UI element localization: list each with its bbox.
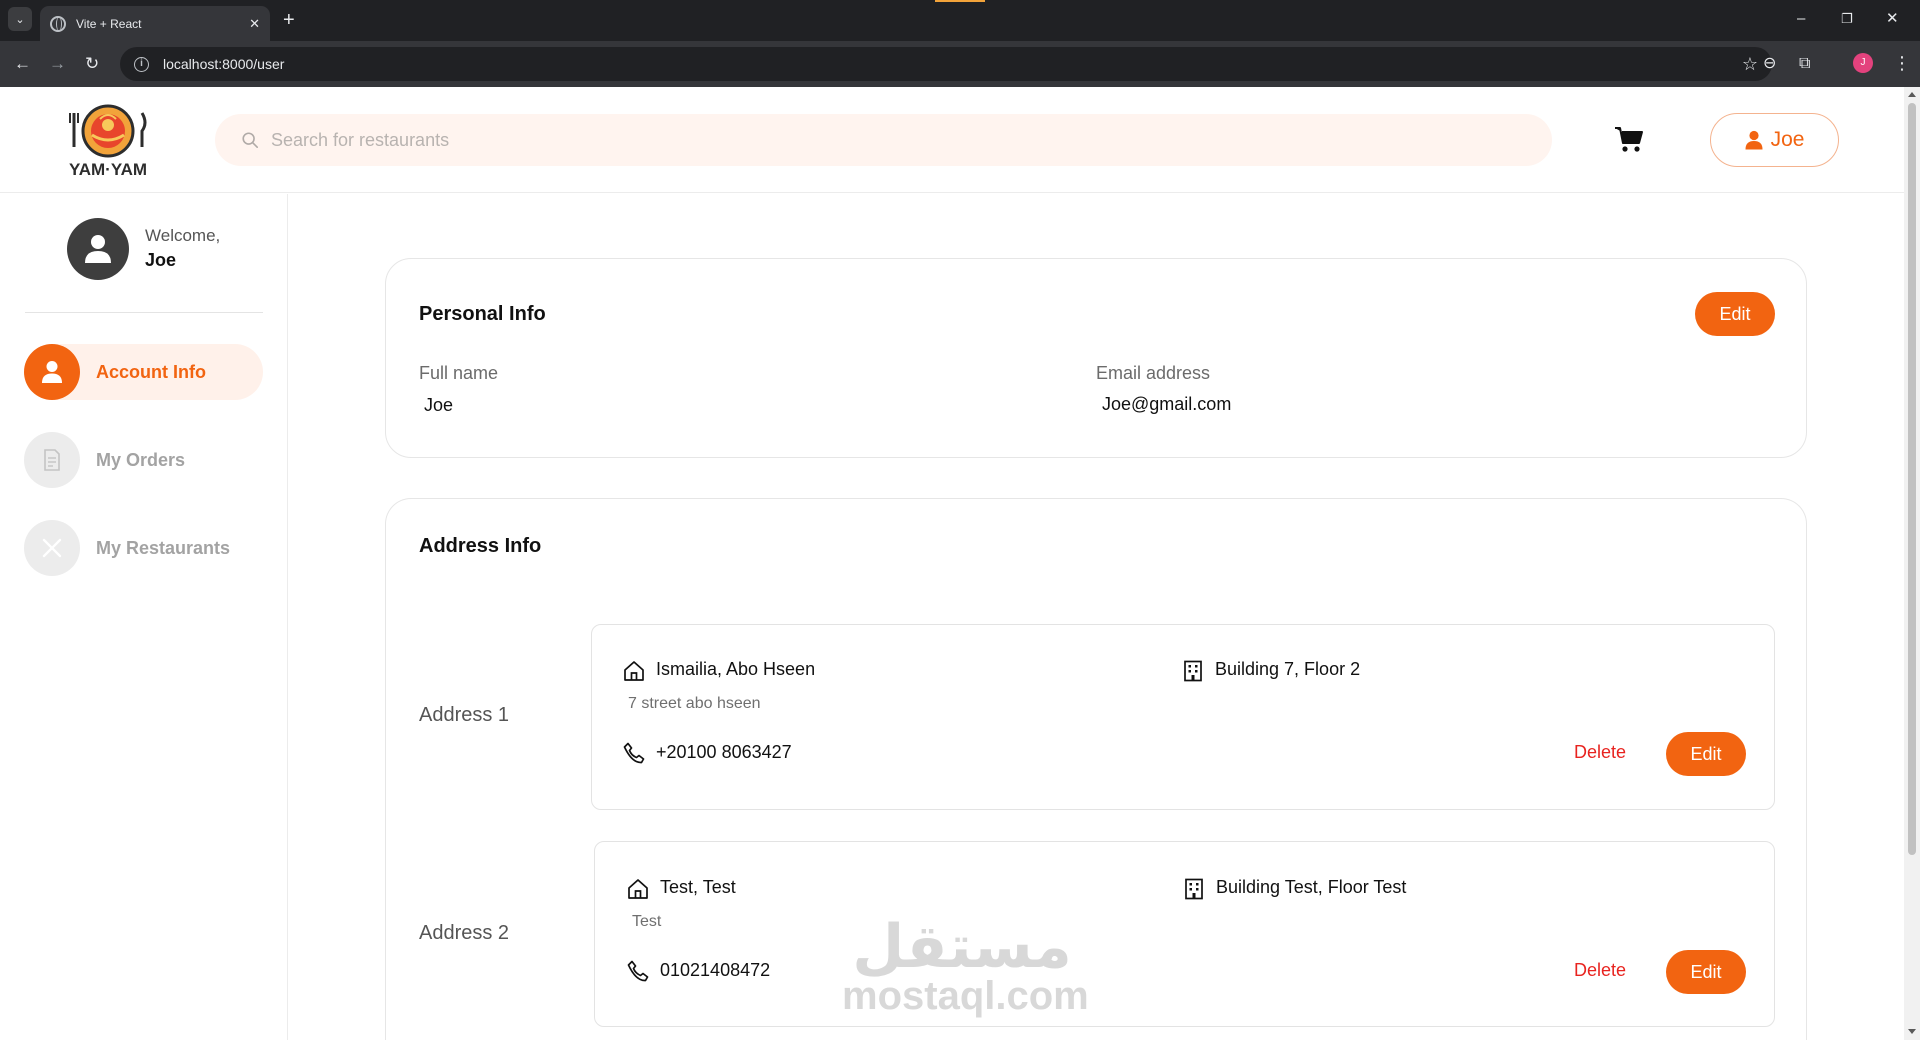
address-2-street: Test bbox=[632, 913, 662, 930]
sidebar-item-label: My Restaurants bbox=[96, 537, 231, 558]
document-icon bbox=[24, 432, 80, 488]
address-bar[interactable]: i localhost:8000/user ☆ bbox=[120, 47, 1772, 81]
address-2-building: Building Test, Floor Test bbox=[1216, 877, 1407, 897]
address-2-city: Test, Test bbox=[660, 877, 736, 897]
address-1-street: 7 street abo hseen bbox=[628, 695, 761, 712]
welcome-text: Welcome, bbox=[145, 226, 221, 245]
reload-button[interactable]: ↻ bbox=[85, 53, 99, 75]
extensions-icon[interactable]: ⧉ bbox=[1799, 53, 1810, 75]
delete-address-2-button[interactable]: Delete bbox=[1574, 960, 1626, 981]
browser-menu-icon[interactable]: ⋮ bbox=[1893, 52, 1911, 74]
browser-tab[interactable]: Vite + React ✕ bbox=[40, 6, 270, 41]
edit-personal-info-button[interactable]: Edit bbox=[1695, 292, 1775, 336]
sidebar-item-my-orders[interactable]: My Orders bbox=[24, 432, 263, 488]
tab-bar: ⌄ Vite + React ✕ + – ❐ ✕ bbox=[0, 0, 1920, 41]
sidebar-item-label: My Orders bbox=[96, 449, 186, 470]
close-tab-icon[interactable]: ✕ bbox=[249, 16, 260, 32]
url-text[interactable]: localhost:8000/user bbox=[163, 56, 1742, 72]
building-icon bbox=[1185, 878, 1203, 900]
address-2-label: Address 2 bbox=[419, 922, 510, 944]
search-icon bbox=[242, 132, 259, 149]
address-2-phone: 01021408472 bbox=[660, 960, 771, 980]
sidebar-item-my-restaurants[interactable]: My Restaurants bbox=[24, 520, 263, 576]
home-icon bbox=[628, 879, 648, 899]
tab-title: Vite + React bbox=[76, 16, 142, 31]
personal-info-title: Personal Info bbox=[419, 303, 546, 325]
phone-icon bbox=[627, 960, 649, 982]
new-tab-button[interactable]: + bbox=[283, 8, 295, 32]
address-1-city: Ismailia, Abo Hseen bbox=[656, 659, 816, 679]
globe-icon bbox=[50, 15, 66, 32]
browser-toolbar: ← → ↻ i localhost:8000/user ☆ ⊖ ⧉ J ⋮ bbox=[0, 41, 1920, 87]
user-icon bbox=[24, 344, 80, 400]
personal-info-card: Personal Info Edit Full name Joe Email a… bbox=[385, 258, 1807, 458]
tab-search-button[interactable]: ⌄ bbox=[8, 7, 32, 31]
sidebar-item-account-info[interactable]: Account Info bbox=[24, 344, 263, 400]
minimize-button[interactable]: – bbox=[1797, 8, 1805, 30]
browser-chrome: ⌄ Vite + React ✕ + – ❐ ✕ ← → ↻ i localho… bbox=[0, 0, 1920, 87]
restore-button[interactable]: ❐ bbox=[1841, 8, 1853, 30]
tab-strip-indicator bbox=[935, 0, 985, 2]
scroll-thumb[interactable] bbox=[1908, 103, 1916, 855]
delete-address-1-button[interactable]: Delete bbox=[1574, 742, 1626, 763]
bookmark-star-icon[interactable]: ☆ bbox=[1742, 54, 1758, 75]
user-icon bbox=[1745, 130, 1763, 150]
profile-avatar[interactable]: J bbox=[1853, 53, 1873, 73]
search-bar[interactable] bbox=[215, 114, 1552, 166]
phone-icon bbox=[623, 742, 645, 764]
sidebar: Welcome, Joe Account Info My Orders My R… bbox=[0, 194, 288, 1040]
address-1-label: Address 1 bbox=[419, 704, 510, 726]
address-info-card: Address Info Address 1 Ismailia, Abo Hse… bbox=[385, 498, 1807, 1040]
close-window-button[interactable]: ✕ bbox=[1886, 8, 1899, 30]
cart-icon[interactable] bbox=[1614, 125, 1644, 153]
address-info-title: Address Info bbox=[419, 535, 542, 557]
full-name-value: Joe bbox=[424, 395, 454, 415]
email-label: Email address bbox=[1096, 363, 1211, 383]
search-input[interactable] bbox=[271, 129, 1526, 151]
avatar bbox=[67, 218, 129, 280]
google-lens-icon[interactable]: ⊖ bbox=[1763, 53, 1776, 75]
site-info-icon[interactable]: i bbox=[134, 56, 149, 72]
user-avatar-icon bbox=[85, 235, 111, 263]
email-value: Joe@gmail.com bbox=[1102, 394, 1232, 414]
scroll-up-arrow[interactable] bbox=[1908, 92, 1916, 97]
watermark-latin: mostaql.com bbox=[842, 974, 1089, 1018]
address-1-building: Building 7, Floor 2 bbox=[1215, 659, 1361, 679]
welcome-user-name: Joe bbox=[145, 250, 177, 270]
address-1-box: Ismailia, Abo Hseen 7 street abo hseen B… bbox=[591, 624, 1775, 810]
forward-button[interactable]: → bbox=[49, 53, 66, 75]
logo-text: YAM·YAM bbox=[69, 160, 147, 179]
back-button[interactable]: ← bbox=[14, 53, 31, 75]
edit-address-2-button[interactable]: Edit bbox=[1666, 950, 1746, 994]
home-icon bbox=[624, 661, 644, 681]
user-button-label: Joe bbox=[1770, 128, 1805, 151]
address-2-box: Test, Test Test Building Test, Floor Tes… bbox=[594, 841, 1775, 1027]
watermark-arabic: مستقل bbox=[852, 912, 1072, 982]
sidebar-item-label: Account Info bbox=[96, 361, 206, 382]
sidebar-divider bbox=[25, 312, 263, 313]
building-icon bbox=[1184, 660, 1202, 682]
page-scrollbar[interactable] bbox=[1904, 87, 1920, 1040]
scroll-down-arrow[interactable] bbox=[1908, 1029, 1916, 1034]
full-name-label: Full name bbox=[419, 363, 499, 383]
edit-address-1-button[interactable]: Edit bbox=[1666, 732, 1746, 776]
address-1-phone: +20100 8063427 bbox=[656, 742, 792, 762]
utensils-icon bbox=[24, 520, 80, 576]
mostaql-watermark: مستقل mostaql.com bbox=[842, 912, 1089, 1018]
app-header: YAM·YAM Joe bbox=[0, 87, 1904, 193]
yamyam-logo[interactable]: YAM·YAM bbox=[62, 101, 154, 181]
user-menu-button[interactable]: Joe bbox=[1710, 113, 1839, 167]
